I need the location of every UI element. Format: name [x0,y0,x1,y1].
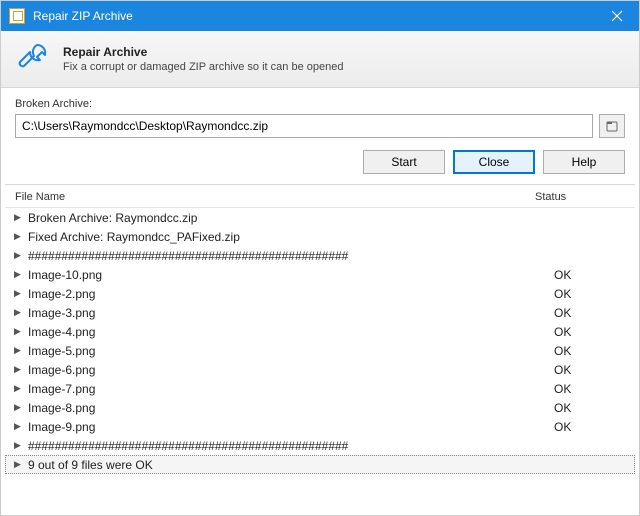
browse-icon [605,119,619,133]
expand-icon: ▶ [14,421,24,432]
result-row[interactable]: ▶ Image-10.pngOK [5,265,635,284]
result-row[interactable]: ▶ Image-2.pngOK [5,284,635,303]
row-filename: Fixed Archive: Raymondcc_PAFixed.zip [28,230,554,244]
expand-icon: ▶ [14,307,24,318]
row-status: OK [554,382,624,396]
row-filename: Image-4.png [28,325,554,339]
expand-icon: ▶ [14,250,24,261]
column-filename[interactable]: File Name [15,191,535,203]
expand-icon: ▶ [14,440,24,451]
help-button[interactable]: Help [543,150,625,174]
row-status: OK [554,287,624,301]
path-row [15,114,625,138]
close-window-button[interactable] [594,1,639,31]
results-header: File Name Status [5,185,635,208]
result-row[interactable]: ▶ Image-6.pngOK [5,360,635,379]
column-status[interactable]: Status [535,191,625,203]
window-title: Repair ZIP Archive [33,9,594,23]
result-row[interactable]: ▶ Image-3.pngOK [5,303,635,322]
row-filename: Image-2.png [28,287,554,301]
row-filename: ########################################… [28,439,554,453]
row-filename: Image-9.png [28,420,554,434]
results-panel: File Name Status ▶ Broken Archive: Raymon… [1,185,639,511]
result-row[interactable]: ▶ #######################################… [5,436,635,455]
header-panel: Repair Archive Fix a corrupt or damaged … [1,31,639,88]
row-filename: Image-3.png [28,306,554,320]
result-row[interactable]: ▶ Broken Archive: Raymondcc.zip [5,208,635,227]
start-button[interactable]: Start [363,150,445,174]
broken-archive-label: Broken Archive: [15,98,625,110]
row-filename: ########################################… [28,249,554,263]
row-filename: Image-10.png [28,268,554,282]
titlebar: Repair ZIP Archive [1,1,639,31]
app-icon [9,8,25,24]
row-filename: Image-7.png [28,382,554,396]
row-filename: Image-5.png [28,344,554,358]
row-status: OK [554,325,624,339]
expand-icon: ▶ [14,269,24,280]
result-row[interactable]: ▶ Image-7.pngOK [5,379,635,398]
row-status: OK [554,363,624,377]
expand-icon: ▶ [14,459,24,470]
expand-icon: ▶ [14,231,24,242]
expand-icon: ▶ [14,212,24,223]
close-button[interactable]: Close [453,150,535,174]
row-filename: 9 out of 9 files were OK [28,458,554,472]
expand-icon: ▶ [14,364,24,375]
archive-path-input[interactable] [15,114,593,138]
row-status: OK [554,268,624,282]
close-icon [611,10,623,22]
row-status: OK [554,344,624,358]
result-row[interactable]: ▶ #######################################… [5,246,635,265]
button-row: Start Close Help [1,138,639,184]
result-row[interactable]: ▶ 9 out of 9 files were OK [5,455,635,474]
results-body: ▶ Broken Archive: Raymondcc.zip ▶ Fixed Arc… [5,208,635,474]
expand-icon: ▶ [14,345,24,356]
wrench-icon [15,41,51,77]
expand-icon: ▶ [14,326,24,337]
row-status: OK [554,420,624,434]
row-filename: Image-8.png [28,401,554,415]
browse-button[interactable] [599,114,625,138]
header-title: Repair Archive [63,45,343,59]
header-subtitle: Fix a corrupt or damaged ZIP archive so … [63,61,343,73]
result-row[interactable]: ▶ Image-8.pngOK [5,398,635,417]
result-row[interactable]: ▶ Image-9.pngOK [5,417,635,436]
expand-icon: ▶ [14,383,24,394]
row-filename: Image-6.png [28,363,554,377]
row-status: OK [554,401,624,415]
header-text: Repair Archive Fix a corrupt or damaged … [63,45,343,73]
result-row[interactable]: ▶ Fixed Archive: Raymondcc_PAFixed.zip [5,227,635,246]
expand-icon: ▶ [14,402,24,413]
row-status: OK [554,306,624,320]
result-row[interactable]: ▶ Image-5.pngOK [5,341,635,360]
row-filename: Broken Archive: Raymondcc.zip [28,211,554,225]
result-row[interactable]: ▶ Image-4.pngOK [5,322,635,341]
expand-icon: ▶ [14,288,24,299]
input-section: Broken Archive: [1,88,639,138]
